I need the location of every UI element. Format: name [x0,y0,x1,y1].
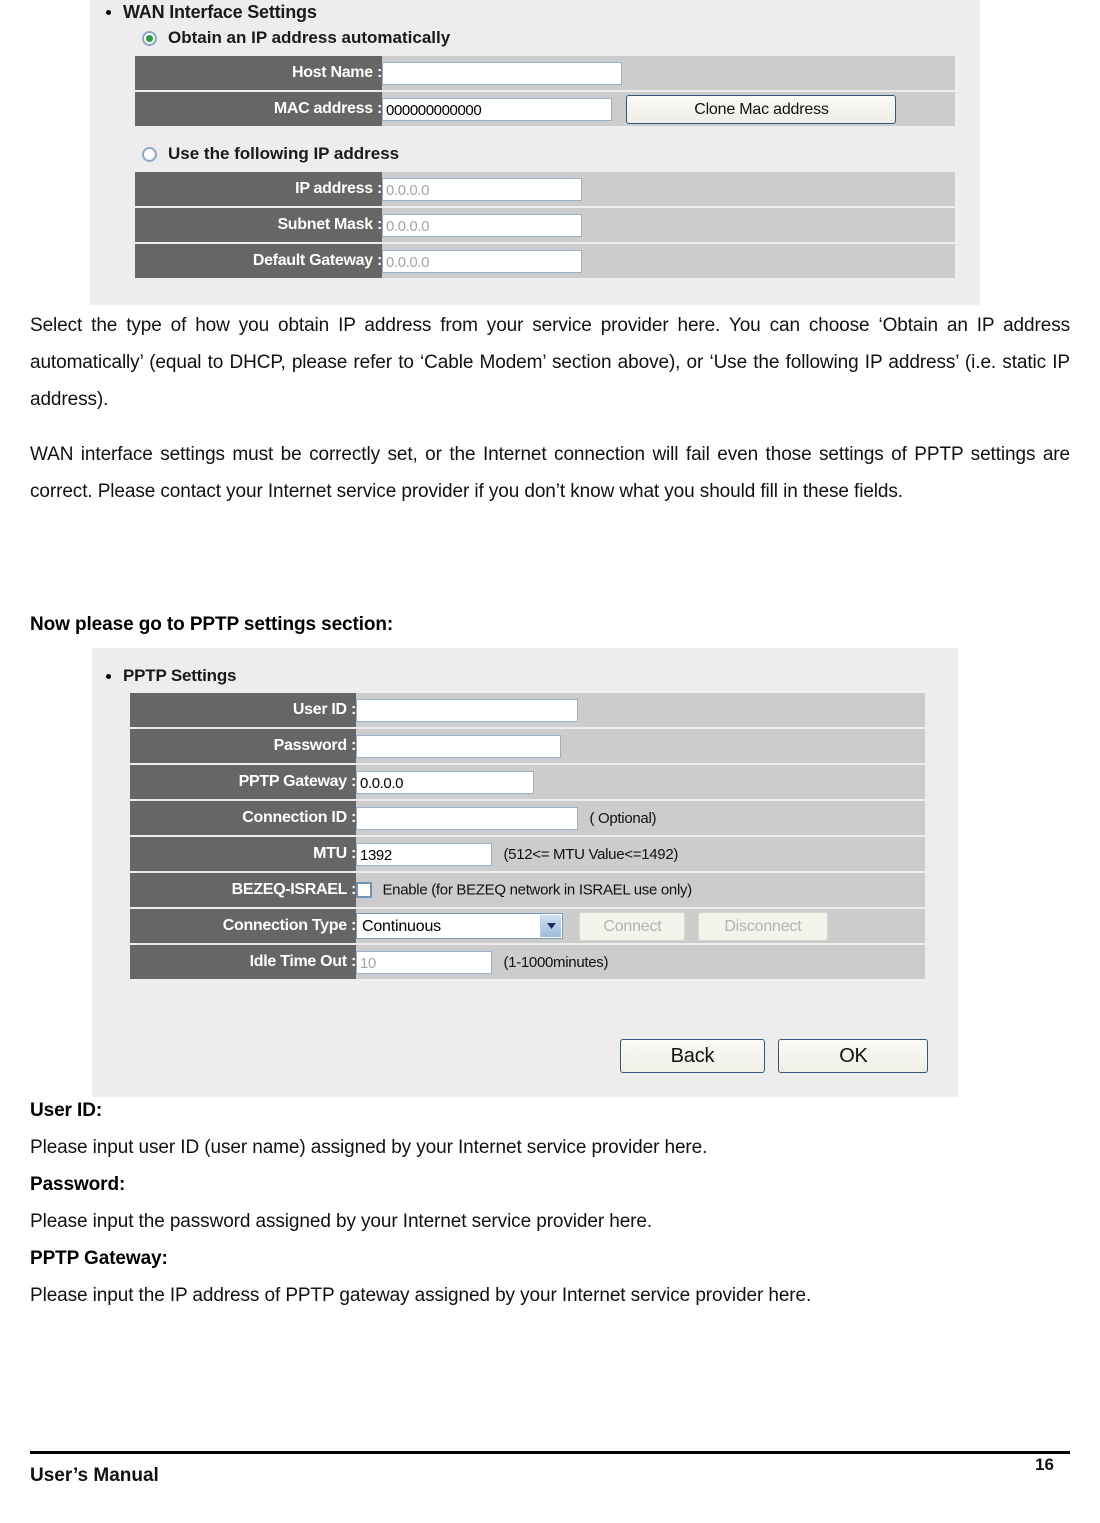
radio-obtain-ip-automatically[interactable]: Obtain an IP address automatically [142,28,450,48]
table-row: Default Gateway : 0.0.0.0 [135,244,955,278]
radio-static-icon[interactable] [142,146,157,162]
back-button[interactable]: Back [620,1039,765,1073]
connection-type-selected-value: Continuous [362,918,441,935]
pptp-gateway-cell: 0.0.0.0 [356,765,925,799]
wan-section-title: WAN Interface Settings [106,2,317,23]
connection-id-note: ( Optional) [589,809,657,827]
bezeq-israel-cell: Enable (for BEZEQ network in ISRAEL use … [356,873,925,907]
table-row: MTU : 1392 (512<= MTU Value<=1492) [130,837,925,871]
connection-type-cell: Continuous Connect Disconnect [356,909,925,943]
password-cell [356,729,925,763]
user-id-label: User ID : [130,693,356,727]
term-pptp-gateway: PPTP Gateway: [30,1248,168,1269]
bezeq-enable-label: Enable (for BEZEQ network in ISRAEL use … [382,881,692,899]
mac-address-label: MAC address : [135,92,382,126]
wan-static-fields-table: IP address : 0.0.0.0 Subnet Mask : 0.0.0… [135,170,955,280]
bezeq-israel-label: BEZEQ-ISRAEL : [130,873,356,907]
ok-button[interactable]: OK [778,1039,929,1073]
table-row: Idle Time Out : 10 (1-1000minutes) [130,945,925,979]
radio-use-following-ip[interactable]: Use the following IP address [142,144,399,164]
bezeq-enable-checkbox[interactable] [356,881,372,898]
chevron-down-icon[interactable] [540,915,561,937]
ip-address-input[interactable]: 0.0.0.0 [382,177,582,201]
host-name-label: Host Name : [135,56,382,90]
idle-time-out-input[interactable]: 10 [356,950,492,974]
subnet-mask-cell: 0.0.0.0 [382,208,955,242]
definition-pptp-gateway: Please input the IP address of PPTP gate… [30,1285,812,1306]
radio-auto-icon[interactable] [142,30,157,46]
pptp-settings-panel: PPTP Settings User ID : Password : PPTP … [92,648,958,1097]
term-user-id: User ID: [30,1100,103,1121]
term-password: Password: [30,1174,126,1195]
pptp-section-title-label: PPTP Settings [123,666,237,685]
table-row: BEZEQ-ISRAEL : Enable (for BEZEQ network… [130,873,925,907]
pptp-gateway-input[interactable]: 0.0.0.0 [356,770,534,794]
table-row: PPTP Gateway : 0.0.0.0 [130,765,925,799]
table-row: Subnet Mask : 0.0.0.0 [135,208,955,242]
connection-id-input[interactable] [356,806,578,830]
bullet-icon [106,673,111,679]
mac-address-input[interactable]: 000000000000 [382,97,612,121]
mtu-note: (512<= MTU Value<=1492) [503,845,679,863]
paragraph-select-type: Select the type of how you obtain IP add… [30,315,1070,410]
definition-password: Please input the password assigned by yo… [30,1211,653,1232]
table-row: IP address : 0.0.0.0 [135,172,955,206]
subnet-mask-input[interactable]: 0.0.0.0 [382,213,582,237]
wan-auto-fields-table: Host Name : MAC address : 000000000000 C… [135,54,955,128]
table-row: User ID : [130,693,925,727]
connect-button[interactable]: Connect [579,911,686,941]
wan-interface-settings-panel: WAN Interface Settings Obtain an IP addr… [90,0,980,305]
ip-address-label: IP address : [135,172,382,206]
ip-address-cell: 0.0.0.0 [382,172,955,206]
radio-auto-label: Obtain an IP address automatically [168,28,451,47]
connection-id-label: Connection ID : [130,801,356,835]
footer-page-number: 16 [1035,1455,1054,1474]
mtu-cell: 1392 (512<= MTU Value<=1492) [356,837,925,871]
pptp-gateway-label: PPTP Gateway : [130,765,356,799]
clone-mac-address-button[interactable]: Clone Mac address [626,94,897,124]
default-gateway-input[interactable]: 0.0.0.0 [382,249,582,273]
mtu-input[interactable]: 1392 [356,842,492,866]
password-input[interactable] [356,734,561,758]
footer-divider [30,1451,1070,1454]
disconnect-button[interactable]: Disconnect [697,911,828,941]
wan-section-title-label: WAN Interface Settings [123,2,317,22]
pptp-action-buttons: Back OK [620,1039,929,1073]
user-id-input[interactable] [356,698,578,722]
default-gateway-label: Default Gateway : [135,244,382,278]
mac-address-cell: 000000000000 Clone Mac address [382,92,955,126]
host-name-input[interactable] [382,61,622,85]
pptp-section-title: PPTP Settings [106,666,236,686]
default-gateway-cell: 0.0.0.0 [382,244,955,278]
footer-manual-label: User’s Manual [30,1465,159,1486]
idle-time-out-label: Idle Time Out : [130,945,356,979]
pptp-fields-table: User ID : Password : PPTP Gateway : 0.0.… [130,691,925,981]
subnet-mask-label: Subnet Mask : [135,208,382,242]
definition-user-id: Please input user ID (user name) assigne… [30,1137,708,1158]
password-label: Password : [130,729,356,763]
idle-time-out-note: (1-1000minutes) [503,953,609,971]
paragraph-wan-warning: WAN interface settings must be correctly… [30,444,1070,502]
idle-time-out-cell: 10 (1-1000minutes) [356,945,925,979]
connection-id-cell: ( Optional) [356,801,925,835]
connection-type-select[interactable]: Continuous [356,913,563,939]
radio-static-label: Use the following IP address [168,144,400,163]
bullet-icon [106,10,111,15]
connection-type-label: Connection Type : [130,909,356,943]
user-id-cell [356,693,925,727]
table-row: Host Name : [135,56,955,90]
table-row: Password : [130,729,925,763]
heading-pptp-section: Now please go to PPTP settings section: [30,614,394,635]
table-row: Connection ID : ( Optional) [130,801,925,835]
table-row: Connection Type : Continuous Connect Dis… [130,909,925,943]
mtu-label: MTU : [130,837,356,871]
host-name-cell [382,56,955,90]
table-row: MAC address : 000000000000 Clone Mac add… [135,92,955,126]
